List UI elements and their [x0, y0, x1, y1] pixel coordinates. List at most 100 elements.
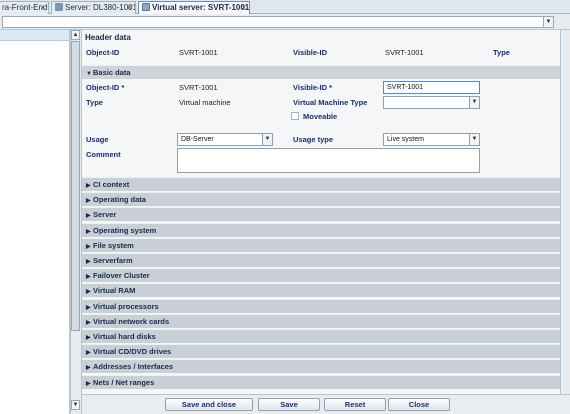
visible-id-label: Visible-ID * [293, 83, 333, 92]
section-label: Virtual processors [93, 301, 159, 311]
chevron-down-icon[interactable]: ▼ [469, 97, 479, 108]
chevron-right-icon: ▶ [86, 259, 91, 265]
detail-form: Header data Object-ID SVRT-1001 Visible-… [82, 30, 570, 394]
main-scrollbar[interactable] [560, 30, 570, 394]
save-and-close-button[interactable]: Save and close [165, 398, 253, 411]
section-virtual-ram[interactable]: ▶ Virtual RAM [82, 283, 570, 298]
comment-textarea[interactable] [177, 148, 480, 173]
scroll-down-icon[interactable]: ▼ [71, 400, 80, 410]
section-label: Virtual RAM [93, 286, 136, 296]
server-icon [55, 3, 63, 11]
navigation-tree [0, 30, 70, 414]
virtual-server-icon [142, 3, 150, 11]
close-button[interactable]: Close [388, 398, 450, 411]
chevron-right-icon: ▶ [86, 365, 91, 372]
usage-type-select[interactable]: Live system ▼ [383, 133, 480, 146]
section-label: Failover Cluster [93, 271, 150, 281]
section-label: Serverfarm [93, 256, 133, 265]
header-visible-id-value: SVRT-1001 [385, 48, 424, 57]
save-button[interactable]: Save [258, 398, 320, 411]
chevron-right-icon: ▶ [86, 380, 91, 387]
section-virtual-network-cards[interactable]: ▶ Virtual network cards [82, 313, 570, 328]
section-label: Nets / Net ranges [93, 377, 155, 387]
section-label: CI context [93, 180, 130, 189]
close-icon[interactable]: × [127, 2, 132, 14]
header-data-title: Header data [85, 33, 131, 42]
section-nets-net-ranges[interactable]: ▶ Nets / Net ranges [82, 374, 570, 389]
chevron-right-icon: ▶ [86, 304, 91, 311]
usage-value: DB-Server [181, 136, 214, 143]
close-icon[interactable]: × [241, 2, 246, 14]
reset-button[interactable]: Reset [324, 398, 386, 411]
section-failover-cluster[interactable]: ▶ Failover Cluster [82, 268, 570, 283]
usage-type-label: Usage type [293, 135, 334, 144]
section-label: Virtual CD/DVD drives [93, 347, 172, 357]
chevron-down-icon: ▼ [86, 71, 92, 77]
section-server[interactable]: ▶ Server [82, 207, 570, 222]
section-operating-system[interactable]: ▶ Operating system [82, 222, 570, 237]
object-id-label: Object-ID * [86, 83, 125, 92]
moveable-label: Moveable [303, 112, 338, 121]
object-id-value: SVRT-1001 [179, 83, 218, 92]
scroll-up-icon[interactable]: ▲ [71, 30, 80, 40]
section-virtual-processors[interactable]: ▶ Virtual processors [82, 298, 570, 313]
section-label: Operating system [93, 225, 157, 235]
section-label: Addresses / Interfaces [93, 362, 174, 372]
chevron-down-icon[interactable]: ▼ [543, 16, 554, 28]
section-virtual-hard-disks[interactable]: ▶ Virtual hard disks [82, 329, 570, 343]
toolbar: ▼ [0, 15, 570, 30]
tab-server[interactable]: Server: DL380-1001 × [51, 1, 136, 14]
chevron-right-icon: ▶ [86, 350, 91, 357]
tab-bar: ra-Front-End × Server: DL380-1001 × Virt… [0, 0, 570, 14]
tab-label: Server: DL380-1001 [65, 3, 136, 12]
header-object-id-value: SVRT-1001 [179, 48, 218, 57]
comment-label: Comment [86, 150, 121, 159]
scroll-thumb[interactable] [71, 41, 80, 331]
type-value: Virtual machine [179, 98, 231, 107]
section-serverfarm[interactable]: ▶ Serverfarm [82, 253, 570, 267]
pane-splitter[interactable]: ▲ ▼ [70, 30, 82, 414]
section-label: Basic data [93, 68, 131, 77]
section-file-system[interactable]: ▶ File system [82, 237, 570, 252]
header-object-id-label: Object-ID [86, 48, 120, 57]
vm-type-select[interactable]: ▼ [383, 96, 480, 109]
navigation-selector[interactable] [2, 16, 554, 28]
close-icon[interactable]: × [40, 2, 45, 14]
tab-front-end[interactable]: ra-Front-End × [0, 1, 49, 14]
usage-type-value: Live system [387, 136, 424, 143]
section-label: Server [93, 210, 117, 220]
tab-virtual-server[interactable]: Virtual server: SVRT-1001 × [138, 1, 250, 14]
section-label: Virtual hard disks [93, 332, 156, 341]
chevron-right-icon: ▶ [86, 183, 91, 189]
visible-id-input[interactable]: SVRT-1001 [383, 81, 480, 94]
chevron-right-icon: ▶ [86, 319, 91, 326]
section-basic-data[interactable]: ▼Basic data [82, 65, 570, 79]
header-type-label: Type [493, 48, 510, 57]
section-label: Operating data [93, 195, 146, 205]
chevron-right-icon: ▶ [86, 228, 91, 235]
chevron-right-icon: ▶ [86, 243, 91, 250]
chevron-right-icon: ▶ [86, 289, 91, 296]
section-label: File system [93, 240, 134, 250]
section-virtual-cd-dvd-drives[interactable]: ▶ Virtual CD/DVD drives [82, 344, 570, 359]
chevron-right-icon: ▶ [86, 274, 91, 281]
section-ci-context[interactable]: ▶ CI context [82, 177, 570, 191]
left-scrollbar[interactable]: ▲ ▼ [70, 30, 80, 414]
vm-type-label: Virtual Machine Type [293, 98, 368, 107]
header-visible-id-label: Visible-ID [293, 48, 328, 57]
chevron-down-icon[interactable]: ▼ [469, 134, 479, 145]
section-operating-data[interactable]: ▶ Operating data [82, 192, 570, 207]
usage-label: Usage [86, 135, 109, 144]
button-bar: Save and close Save Reset Close [82, 394, 570, 414]
tab-label: Virtual server: SVRT-1001 [152, 3, 250, 12]
chevron-right-icon: ▶ [86, 213, 91, 220]
chevron-right-icon: ▶ [86, 335, 91, 341]
type-label: Type [86, 98, 103, 107]
section-addresses-interfaces[interactable]: ▶ Addresses / Interfaces [82, 359, 570, 374]
section-label: Virtual network cards [93, 316, 170, 326]
moveable-checkbox[interactable] [291, 112, 299, 120]
tree-selected-item[interactable] [0, 30, 69, 41]
chevron-right-icon: ▶ [86, 198, 91, 205]
usage-select[interactable]: DB-Server ▼ [177, 133, 273, 146]
chevron-down-icon[interactable]: ▼ [262, 134, 272, 145]
